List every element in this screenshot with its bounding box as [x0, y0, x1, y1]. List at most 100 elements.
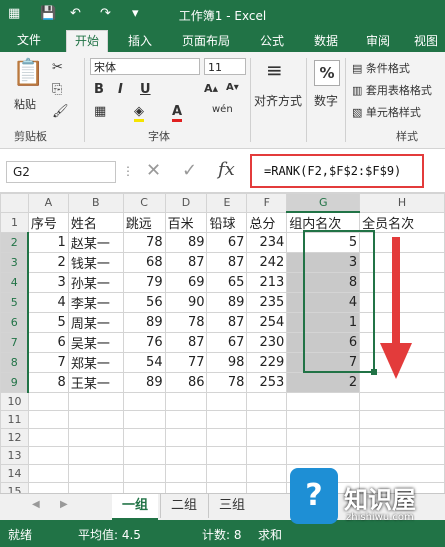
cell[interactable]: 7 — [286, 352, 361, 373]
cell[interactable]: 李某一 — [67, 292, 124, 313]
cell[interactable] — [206, 392, 248, 411]
cell[interactable]: 234 — [246, 232, 288, 253]
cell[interactable]: 8 — [286, 272, 361, 293]
font-color-icon[interactable]: A — [172, 104, 183, 122]
cell[interactable] — [122, 428, 166, 447]
sheet-tab-3[interactable]: 三组 — [208, 494, 255, 518]
tab-page-layout[interactable]: 页面布局 — [182, 32, 230, 49]
cell[interactable]: 65 — [206, 272, 248, 293]
cell[interactable]: 吴某一 — [67, 332, 124, 353]
cell[interactable]: 69 — [164, 272, 208, 293]
cell[interactable] — [67, 464, 124, 483]
cell[interactable] — [67, 446, 124, 465]
enter-icon[interactable]: ✓ — [182, 160, 197, 181]
italic-button[interactable]: I — [118, 82, 123, 97]
row-header[interactable]: 8 — [0, 352, 30, 373]
cell[interactable]: 89 — [164, 232, 208, 253]
cell[interactable] — [27, 392, 69, 411]
cell[interactable]: 周某一 — [67, 312, 124, 333]
cell[interactable] — [359, 392, 445, 411]
cell[interactable]: 2 — [286, 372, 361, 393]
cell[interactable]: 5 — [27, 312, 69, 333]
row-header[interactable]: 11 — [0, 410, 29, 429]
cell[interactable] — [206, 464, 248, 483]
cell[interactable] — [286, 428, 361, 447]
row-header[interactable]: 12 — [0, 428, 29, 447]
bold-button[interactable]: B — [94, 82, 104, 97]
row-header[interactable]: 1 — [0, 211, 29, 233]
font-size-select[interactable]: 11 — [204, 58, 246, 75]
conditional-format-button[interactable]: ▤ 条件格式 — [352, 60, 410, 76]
cell[interactable] — [246, 392, 288, 411]
cell[interactable] — [286, 410, 361, 429]
cell[interactable] — [67, 482, 124, 493]
cell[interactable] — [164, 392, 208, 411]
cut-icon[interactable]: ✂ — [52, 60, 63, 75]
cell[interactable]: 89 — [122, 372, 166, 393]
tab-file[interactable]: 文件 — [0, 28, 58, 52]
cell[interactable] — [27, 482, 69, 493]
formula-input[interactable]: =RANK(F2,$F$2:$F$9) — [250, 154, 424, 188]
cell[interactable]: 67 — [206, 232, 248, 253]
cell[interactable]: 79 — [122, 272, 166, 293]
phonetic-icon[interactable]: wén — [212, 104, 233, 115]
underline-button[interactable]: U — [140, 82, 151, 97]
shrink-font-icon[interactable]: A▾ — [226, 82, 239, 93]
cell[interactable] — [246, 446, 288, 465]
cell[interactable] — [246, 464, 288, 483]
cell[interactable]: 3 — [286, 252, 361, 273]
row-header[interactable]: 2 — [0, 232, 30, 253]
format-as-table-button[interactable]: ▥ 套用表格格式 — [352, 82, 432, 98]
scroll-right-icon[interactable]: ▶ — [60, 499, 68, 510]
cell[interactable] — [27, 464, 69, 483]
name-box[interactable]: G2 — [6, 161, 116, 183]
row-header[interactable]: 3 — [0, 252, 30, 273]
spreadsheet-grid[interactable]: A B C D E F G H 1 序号 姓名 跳远 百米 铅球 总分 组内名次 全员名次 2 1 赵… — [0, 193, 445, 493]
column-header[interactable]: D — [164, 193, 208, 213]
cell[interactable]: 1 — [27, 232, 69, 253]
cell[interactable]: 1 — [286, 312, 361, 333]
cell[interactable]: 54 — [122, 352, 166, 373]
sheet-tab-2[interactable]: 二组 — [160, 494, 207, 518]
cell[interactable] — [246, 482, 288, 493]
cell[interactable]: 86 — [164, 372, 208, 393]
cell[interactable]: 56 — [122, 292, 166, 313]
cell[interactable]: 254 — [246, 312, 288, 333]
cell[interactable]: 姓名 — [67, 211, 124, 233]
cell[interactable]: 242 — [246, 252, 288, 273]
cell[interactable] — [164, 446, 208, 465]
cell[interactable]: 78 — [206, 372, 248, 393]
cell[interactable]: 89 — [122, 312, 166, 333]
cell[interactable] — [286, 392, 361, 411]
row-header[interactable]: 9 — [0, 372, 30, 393]
cell[interactable]: 孙某一 — [67, 272, 124, 293]
cell[interactable]: 90 — [164, 292, 208, 313]
tab-data[interactable]: 数据 — [314, 32, 338, 49]
row-header[interactable]: 6 — [0, 312, 30, 333]
cell[interactable] — [246, 428, 288, 447]
cell[interactable]: 7 — [27, 352, 69, 373]
copy-icon[interactable]: ⎘ — [52, 82, 62, 97]
cell[interactable] — [206, 428, 248, 447]
fill-color-icon[interactable]: ◈ — [134, 104, 144, 122]
cell[interactable]: 组内名次 — [286, 211, 361, 233]
cell[interactable]: 87 — [164, 332, 208, 353]
cell[interactable] — [286, 446, 361, 465]
cell[interactable]: 6 — [286, 332, 361, 353]
cell[interactable]: 王某一 — [67, 372, 124, 393]
tab-review[interactable]: 审阅 — [366, 32, 390, 49]
borders-icon[interactable]: ▦ — [94, 104, 106, 119]
row-header[interactable]: 5 — [0, 292, 30, 313]
percent-icon[interactable]: % — [314, 60, 340, 86]
cell[interactable]: 87 — [206, 252, 248, 273]
row-header[interactable]: 10 — [0, 392, 29, 411]
cell[interactable]: 89 — [206, 292, 248, 313]
cell[interactable]: 77 — [164, 352, 208, 373]
cell[interactable]: 钱某一 — [67, 252, 124, 273]
cell[interactable] — [122, 446, 166, 465]
row-header[interactable]: 4 — [0, 272, 30, 293]
tab-insert[interactable]: 插入 — [128, 32, 152, 49]
cell[interactable]: 78 — [164, 312, 208, 333]
cell[interactable]: 2 — [27, 252, 69, 273]
cell[interactable]: 赵某一 — [67, 232, 124, 253]
